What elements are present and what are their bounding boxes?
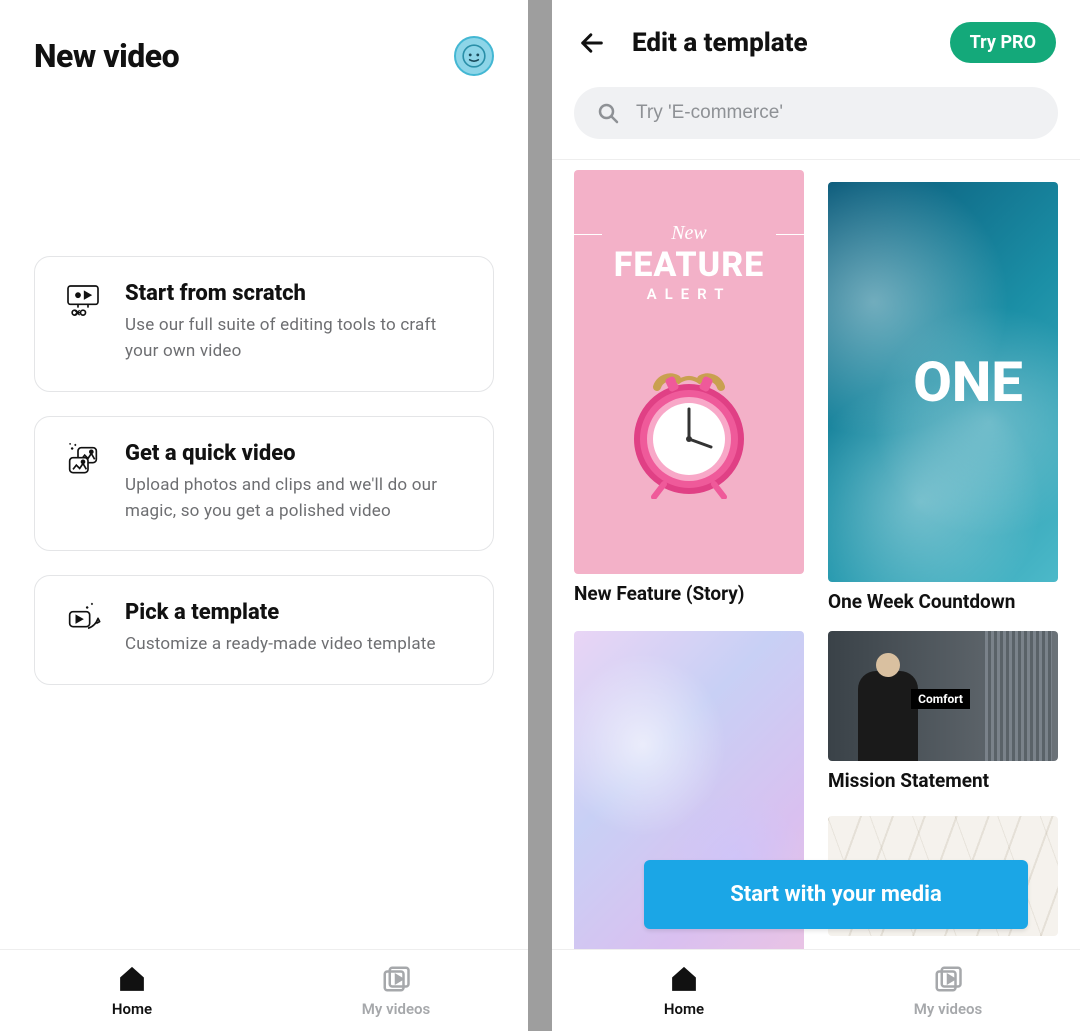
template-label: New Feature (Story) — [574, 582, 804, 605]
nav-label: My videos — [362, 1000, 430, 1018]
template-countdown[interactable]: ONE One Week Countdown — [828, 182, 1058, 613]
option-subtitle: Use our full suite of editing tools to c… — [125, 312, 467, 365]
clock-icon — [619, 329, 759, 503]
overlay-tag: Comfort — [911, 689, 970, 709]
overlay-text: ONE — [913, 349, 1022, 415]
page-title-new-video: New video — [34, 37, 179, 75]
option-title: Pick a template — [125, 600, 436, 625]
videos-icon — [381, 964, 411, 998]
template-label: One Week Countdown — [828, 590, 1058, 613]
nav-label: My videos — [914, 1000, 982, 1018]
option-start-from-scratch[interactable]: Start from scratch Use our full suite of… — [34, 256, 494, 392]
template-label: Mission Statement — [828, 769, 1058, 792]
template-icon — [61, 600, 105, 644]
overlay-text: ALERT — [614, 285, 765, 303]
bottom-nav-left: Home My videos — [0, 949, 528, 1031]
template-thumb: ONE — [828, 182, 1058, 582]
option-subtitle: Customize a ready-made video template — [125, 631, 436, 657]
option-title: Start from scratch — [125, 281, 467, 306]
option-pick-template[interactable]: Pick a template Customize a ready-made v… — [34, 575, 494, 684]
template-thumb: New FEATURE ALERT — [574, 170, 804, 574]
try-pro-button[interactable]: Try PRO — [950, 22, 1056, 63]
new-video-screen: New video — [0, 0, 528, 1031]
avatar[interactable] — [454, 36, 494, 76]
nav-my-videos[interactable]: My videos — [264, 950, 528, 1031]
option-subtitle: Upload photos and clips and we'll do our… — [125, 472, 467, 525]
home-icon — [117, 964, 147, 998]
nav-home[interactable]: Home — [552, 950, 816, 1031]
home-icon — [669, 964, 699, 998]
option-quick-video[interactable]: Get a quick video Upload photos and clip… — [34, 416, 494, 552]
nav-label: Home — [664, 1000, 704, 1018]
arrow-left-icon — [578, 29, 606, 57]
template-new-feature[interactable]: New FEATURE ALERT — [574, 170, 804, 613]
search-input[interactable] — [636, 102, 1036, 124]
edit-template-screen: Edit a template Try PRO New FEAT — [552, 0, 1080, 1031]
nav-my-videos[interactable]: My videos — [816, 950, 1080, 1031]
nav-label: Home — [112, 1000, 152, 1018]
nav-home[interactable]: Home — [0, 950, 264, 1031]
search-icon — [596, 101, 620, 125]
videos-icon — [933, 964, 963, 998]
page-title-edit-template: Edit a template — [632, 28, 928, 58]
bottom-nav-right: Home My videos — [552, 949, 1080, 1031]
start-with-media-button[interactable]: Start with your media — [644, 860, 1028, 929]
overlay-text: FEATURE — [614, 245, 765, 285]
smiley-icon — [461, 43, 487, 69]
quick-video-icon — [61, 441, 105, 485]
template-mission[interactable]: Comfort Mission Statement — [828, 631, 1058, 792]
option-title: Get a quick video — [125, 441, 467, 466]
overlay-text: New — [614, 222, 765, 245]
back-button[interactable] — [574, 25, 610, 61]
scratch-icon — [61, 281, 105, 325]
template-thumb: Comfort — [828, 631, 1058, 761]
search-bar[interactable] — [574, 87, 1058, 139]
pane-divider — [528, 0, 552, 1031]
